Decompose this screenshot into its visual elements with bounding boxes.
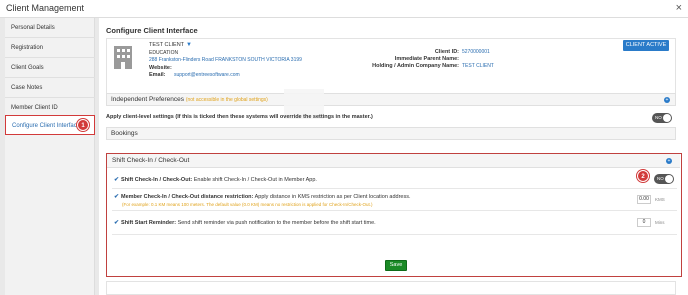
checkmark-icon[interactable]: ✔ — [114, 177, 119, 183]
shift-reminder-title: Shift Start Reminder: — [121, 220, 177, 226]
parent-name-label: Immediate Parent Name: — [394, 56, 459, 62]
website-label: Website: — [149, 65, 172, 71]
client-id-label: Client ID: — [434, 49, 459, 55]
shift-checkin-option-title: Shift Check-In / Check-Out: — [121, 177, 193, 183]
apply-client-settings-row: Apply client-level settings (If this is … — [106, 114, 676, 124]
reminder-input[interactable]: 0 — [637, 218, 651, 227]
toggle-knob — [663, 114, 671, 122]
client-address-link[interactable]: 288 Frankston-Flinders Road FRANKSTON SO… — [149, 57, 302, 63]
building-icon — [114, 46, 132, 69]
distance-input[interactable]: 0.00 — [637, 195, 651, 204]
apply-client-settings-toggle[interactable]: NO — [652, 113, 672, 123]
distance-unit: KMS — [655, 197, 665, 202]
holding-company-label: Holding / Admin Company Name: — [372, 63, 459, 69]
distance-restriction-desc: Apply distance in KMS restriction as per… — [253, 194, 411, 200]
apply-client-settings-label: Apply client-level settings (If this is … — [106, 114, 373, 120]
expand-plus-icon[interactable]: + — [664, 97, 670, 103]
checkmark-icon[interactable]: ✔ — [114, 194, 119, 200]
holding-company-value: TEST CLIENT — [462, 63, 494, 69]
sidebar-item-client-goals[interactable]: Client Goals — [5, 58, 95, 78]
distance-restriction-title: Member Check-In / Check-Out distance res… — [121, 194, 254, 200]
shift-checkin-header[interactable]: Shift Check-In / Check-Out + — [107, 154, 680, 168]
shift-checkin-panel: Shift Check-In / Check-Out + ✔ Shift Chec… — [106, 153, 682, 277]
window-titlebar: Client Management × — [0, 0, 688, 18]
shift-checkin-option: ✔ Shift Check-In / Check-Out: Enable shif… — [114, 176, 669, 183]
expand-plus-icon[interactable]: + — [666, 158, 672, 164]
close-icon[interactable]: × — [676, 2, 682, 14]
distance-restriction-option: ✔ Member Check-In / Check-Out distance re… — [114, 193, 669, 207]
independent-preferences-panel[interactable]: Independent Preferences (not accessible … — [106, 93, 676, 106]
toggle-label: NO — [657, 176, 664, 181]
page-title: Configure Client Interface — [106, 26, 198, 35]
checkmark-icon[interactable]: ✔ — [114, 220, 119, 226]
sidebar-item-case-notes[interactable]: Case Notes — [5, 78, 95, 98]
shift-reminder-option: ✔ Shift Start Reminder: Send shift remind… — [114, 219, 669, 226]
toggle-label: NO — [655, 115, 662, 120]
sidebar: Personal Details Registration Client Goa… — [5, 18, 95, 295]
client-card: TEST CLIENT ▼ EDUCATION 288 Frankston-Fli… — [106, 38, 676, 98]
client-type: EDUCATION — [149, 50, 179, 56]
bottom-panel — [106, 281, 676, 295]
caret-down-icon[interactable]: ▼ — [186, 42, 192, 48]
distance-restriction-hint: (For example: 0.1 KM means 100 meters. T… — [122, 202, 373, 207]
shift-checkin-toggle[interactable]: NO — [654, 174, 674, 184]
shift-reminder-desc: Send shift reminder via push notificatio… — [176, 220, 376, 226]
client-active-button[interactable]: CLIENT ACTIVE — [623, 40, 669, 51]
sidebar-item-personal-details[interactable]: Personal Details — [5, 18, 95, 38]
divider — [112, 234, 677, 235]
main-content: Configure Client Interface TEST CLIENT ▼ … — [99, 18, 688, 295]
client-email-link[interactable]: support@entreesoftware.com — [174, 72, 240, 78]
step-badge-1: 1 — [77, 119, 89, 131]
divider — [112, 188, 677, 189]
client-name[interactable]: TEST CLIENT ▼ — [149, 42, 192, 48]
sidebar-item-registration[interactable]: Registration — [5, 38, 95, 58]
step-badge-2: 2 — [637, 170, 649, 182]
shift-checkin-option-desc: Enable shift Check-In / Check-Out in Mem… — [192, 177, 317, 183]
shift-checkin-title: Shift Check-In / Check-Out — [112, 157, 190, 164]
divider — [112, 210, 677, 211]
bookings-panel[interactable]: Bookings — [106, 127, 676, 140]
independent-preferences-title: Independent Preferences — [111, 96, 184, 103]
client-id-value: 5270000001 — [462, 49, 490, 55]
toggle-knob — [665, 175, 673, 183]
email-label: Email: — [149, 72, 166, 78]
independent-preferences-note: (not accessible in the global settings) — [185, 97, 268, 103]
save-button[interactable]: Save — [385, 260, 407, 271]
window-title: Client Management — [6, 3, 85, 13]
bookings-title: Bookings — [111, 130, 138, 137]
reminder-unit: Mins — [655, 220, 665, 225]
client-name-text: TEST CLIENT — [149, 42, 185, 48]
